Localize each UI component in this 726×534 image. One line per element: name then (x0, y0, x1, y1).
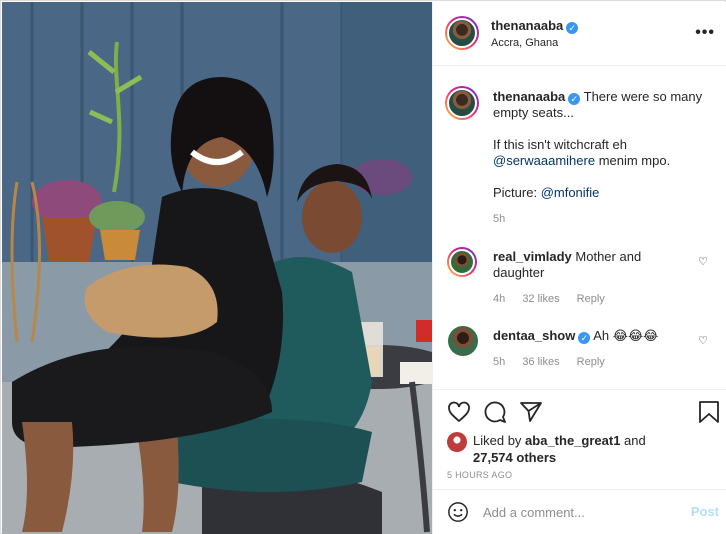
mention-link[interactable]: @serwaaamihere (493, 153, 595, 168)
post-timestamp[interactable]: 5 HOURS AGO (447, 470, 512, 480)
comment-username[interactable]: real_vimlady (493, 249, 572, 264)
comment-input[interactable] (483, 502, 673, 522)
author-name-row: thenanaaba ✓ (491, 18, 579, 34)
comment-time[interactable]: 5h (493, 356, 505, 368)
liker-avatar[interactable] (447, 432, 467, 452)
share-icon[interactable] (519, 400, 543, 424)
comment-meta: 4h 32 likes Reply (493, 293, 619, 305)
comment-like-heart-icon[interactable]: ♡ (698, 334, 708, 347)
comment-reply-button[interactable]: Reply (577, 293, 605, 305)
comment-item: real_vimlady Mother and daughter (493, 249, 693, 281)
photo-illustration (2, 2, 432, 534)
verified-badge-icon: ✓ (578, 332, 591, 344)
comment-item: dentaa_show ✓ Ah 😂😂😂 (493, 328, 693, 344)
caption-time[interactable]: 5h (493, 211, 715, 227)
post-actions: Liked by aba_the_great1 and 27,574 other… (433, 389, 726, 489)
comment-time[interactable]: 4h (493, 293, 505, 305)
comment-avatar[interactable] (447, 247, 477, 277)
bookmark-icon[interactable] (698, 400, 720, 424)
emoji-icon[interactable] (447, 501, 469, 523)
comment-avatar[interactable] (448, 326, 478, 356)
verified-badge-icon: ✓ (566, 22, 579, 34)
post-header: thenanaaba ✓ Accra, Ghana ••• (433, 2, 726, 66)
post-photo[interactable] (2, 2, 432, 534)
comment-text: Ah 😂😂😂 (593, 328, 659, 343)
caption-line: If this isn't witchcraft eh (493, 137, 627, 152)
liked-by-user[interactable]: aba_the_great1 (525, 433, 620, 448)
caption-username[interactable]: thenanaaba (493, 89, 565, 104)
picture-label: Picture: (493, 185, 541, 200)
comment-likes[interactable]: 32 likes (522, 293, 559, 305)
comment-meta: 5h 36 likes Reply (493, 356, 619, 368)
comment-likes[interactable]: 36 likes (522, 356, 559, 368)
comment-icon[interactable] (483, 400, 507, 424)
liked-by-and: and (620, 433, 646, 448)
post-location[interactable]: Accra, Ghana (491, 37, 558, 49)
post-caption: thenanaaba ✓ There were so many empty sea… (493, 89, 715, 227)
liked-by-text: Liked by aba_the_great1 and 27,574 other… (473, 432, 713, 466)
post-comment-button[interactable]: Post (691, 504, 719, 519)
add-comment-bar: Post (433, 489, 726, 534)
author-avatar[interactable] (445, 16, 479, 50)
post-details-panel: thenanaaba ✓ Accra, Ghana ••• thenanaaba ✓… (432, 2, 726, 534)
caption-avatar[interactable] (445, 86, 479, 120)
post-frame: thenanaaba ✓ Accra, Ghana ••• thenanaaba ✓… (0, 0, 726, 534)
more-horizontal-icon[interactable]: ••• (695, 24, 715, 42)
comment-username[interactable]: dentaa_show (493, 328, 575, 343)
verified-badge-icon: ✓ (568, 93, 581, 105)
comment-like-heart-icon[interactable]: ♡ (698, 255, 708, 268)
photographer-mention-link[interactable]: @mfonifie (541, 185, 600, 200)
author-username[interactable]: thenanaaba (491, 18, 563, 33)
liked-by-prefix: Liked by (473, 433, 526, 448)
caption-line-end: menim mpo. (595, 153, 671, 168)
comment-reply-button[interactable]: Reply (577, 356, 605, 368)
likes-count[interactable]: 27,574 others (473, 450, 556, 465)
heart-icon[interactable] (447, 400, 471, 424)
